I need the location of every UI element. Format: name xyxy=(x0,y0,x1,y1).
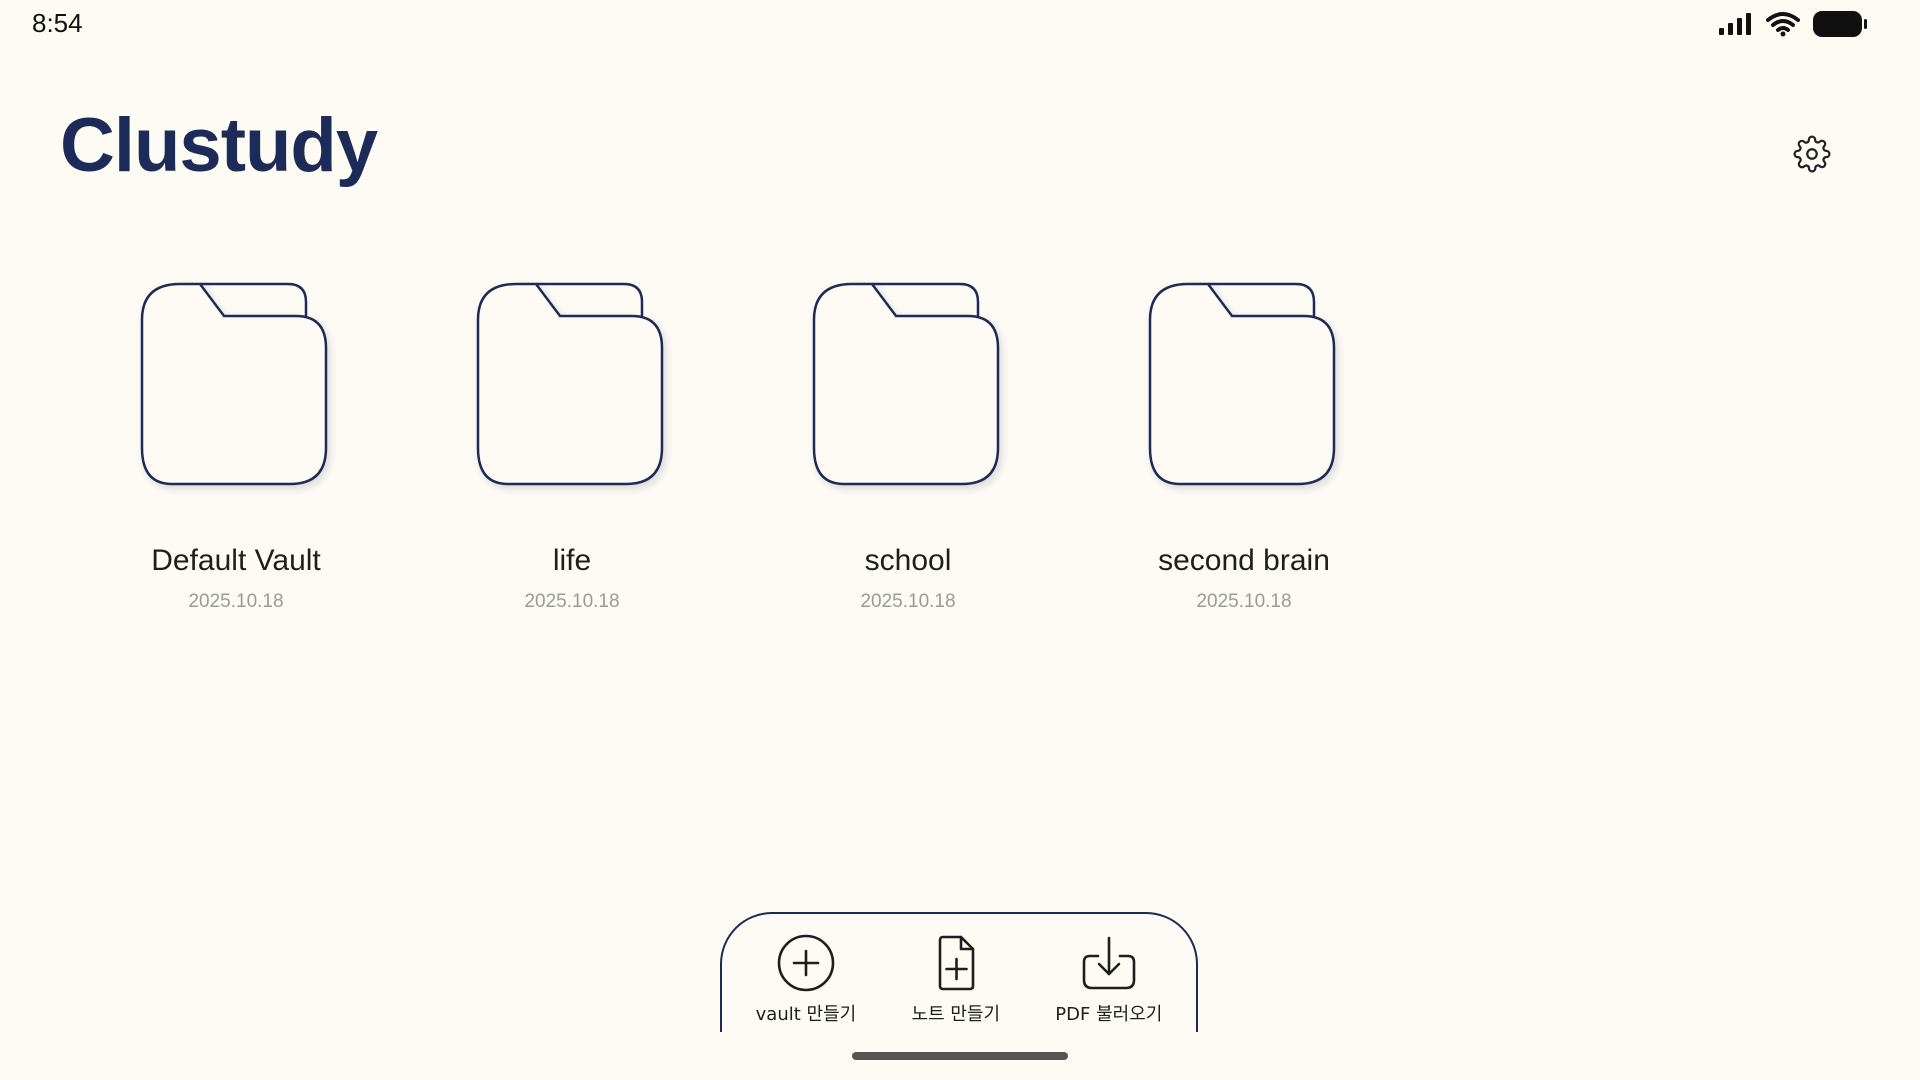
app-title: Clustudy xyxy=(60,103,378,188)
import-pdf-button[interactable]: PDF 불러오기 xyxy=(1055,932,1162,1026)
action-bar: vault 만들기 노트 만들기 PDF 불러오기 xyxy=(720,912,1198,1032)
plus-circle-icon xyxy=(777,934,835,992)
vault-card[interactable]: life 2025.10.18 xyxy=(404,272,740,611)
create-note-button[interactable]: 노트 만들기 xyxy=(911,932,1000,1026)
status-time: 8:54 xyxy=(32,8,83,38)
vault-grid: Default Vault 2025.10.18 life 2025.10.18… xyxy=(68,272,1412,611)
settings-button[interactable] xyxy=(1792,134,1832,174)
folder-icon xyxy=(140,282,328,486)
home-indicator[interactable] xyxy=(852,1052,1068,1060)
gear-icon xyxy=(1793,135,1831,173)
vault-name: life xyxy=(552,544,592,577)
vault-card[interactable]: second brain 2025.10.18 xyxy=(1076,272,1412,611)
vault-date: 2025.10.18 xyxy=(1196,591,1292,612)
status-icons xyxy=(1718,10,1868,38)
wifi-icon xyxy=(1766,12,1800,37)
vault-date: 2025.10.18 xyxy=(860,591,956,612)
create-note-label: 노트 만들기 xyxy=(911,1004,1001,1025)
create-vault-label: vault 만들기 xyxy=(755,1004,857,1025)
vault-name: school xyxy=(864,544,952,577)
vault-name: second brain xyxy=(1158,544,1330,577)
battery-icon xyxy=(1813,11,1867,37)
folder-icon xyxy=(1148,282,1336,486)
file-plus-icon xyxy=(938,935,975,991)
vault-date: 2025.10.18 xyxy=(524,591,620,612)
vault-name: Default Vault xyxy=(151,544,321,577)
create-vault-button[interactable]: vault 만들기 xyxy=(755,932,857,1026)
folder-icon xyxy=(476,282,664,486)
vault-card[interactable]: school 2025.10.18 xyxy=(740,272,1076,611)
home-screen: 8:54 Clustudy Default Vault 2025.10.18 l… xyxy=(0,0,1920,1080)
download-icon xyxy=(1082,936,1136,990)
folder-icon xyxy=(812,282,1000,486)
vault-date: 2025.10.18 xyxy=(188,591,284,612)
vault-card[interactable]: Default Vault 2025.10.18 xyxy=(68,272,404,611)
cellular-signal-icon xyxy=(1719,13,1751,35)
import-pdf-label: PDF 불러오기 xyxy=(1055,1004,1163,1025)
